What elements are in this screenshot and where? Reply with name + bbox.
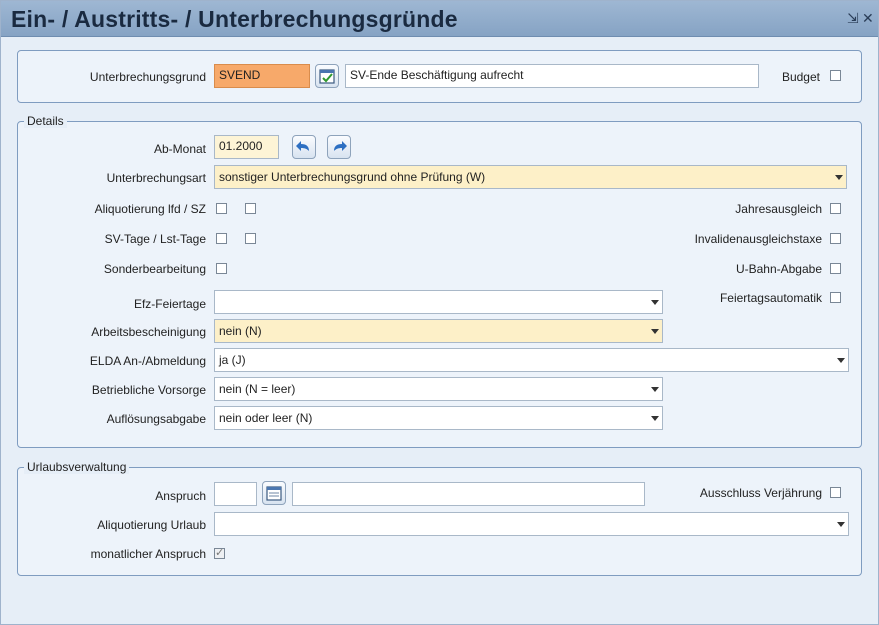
elda-value: ja (J) <box>219 353 246 367</box>
dialog-window: Ein- / Austritts- / Unterbrechungsgründe… <box>0 0 879 625</box>
title-bar: Ein- / Austritts- / Unterbrechungsgründe… <box>1 1 878 37</box>
window-title: Ein- / Austritts- / Unterbrechungsgründe <box>11 6 458 32</box>
ab-monat-label: Ab-Monat <box>153 142 206 156</box>
unterbrechungsart-value: sonstiger Unterbrechungsgrund ohne Prüfu… <box>219 170 486 184</box>
arbeitsbescheinigung-select[interactable]: nein (N) <box>214 319 663 343</box>
anspruch-label: Anspruch <box>155 489 206 503</box>
ubahn-checkbox[interactable] <box>830 263 841 274</box>
chevron-down-icon <box>835 175 843 180</box>
arbeitsbescheinigung-label: Arbeitsbescheinigung <box>91 325 206 339</box>
aliquotierung-lfd-checkbox[interactable] <box>216 203 227 214</box>
monatlicher-anspruch-checkbox[interactable] <box>214 546 225 559</box>
vorsorge-value: nein (N = leer) <box>219 382 296 396</box>
jahresausgleich-label: Jahresausgleich <box>735 202 822 216</box>
vorsorge-select[interactable]: nein (N = leer) <box>214 377 663 401</box>
aliquotierung-urlaub-select[interactable] <box>214 512 849 536</box>
arbeitsbescheinigung-value: nein (N) <box>219 324 262 338</box>
feiertagsautomatik-checkbox[interactable] <box>830 292 841 303</box>
calendar-icon <box>266 486 282 501</box>
details-panel: Details Ab-Monat 01.2000 Unterbrechungsa… <box>17 114 862 448</box>
sonderbearbeitung-label: Sonderbearbeitung <box>103 262 206 276</box>
feiertagsautomatik-label: Feiertagsautomatik <box>719 291 822 305</box>
elda-label: ELDA An-/Abmeldung <box>89 354 206 368</box>
calendar-button[interactable] <box>262 481 286 505</box>
ubahn-label: U-Bahn-Abgabe <box>735 262 822 276</box>
elda-select[interactable]: ja (J) <box>214 348 849 372</box>
chevron-down-icon <box>837 522 845 527</box>
anspruch-text-input[interactable] <box>292 482 645 506</box>
sv-tage-checkbox[interactable] <box>216 233 227 244</box>
vorsorge-label: Betriebliche Vorsorge <box>91 383 206 397</box>
aufloesung-value: nein oder leer (N) <box>219 411 313 425</box>
urlaub-legend: Urlaubsverwaltung <box>24 460 130 474</box>
budget-label: Budget <box>781 70 820 84</box>
urlaub-panel: Urlaubsverwaltung Anspruch Ausschluss Ve… <box>17 460 862 576</box>
sonderbearbeitung-checkbox[interactable] <box>216 263 227 274</box>
previous-month-button[interactable] <box>292 135 316 159</box>
efz-label: Efz-Feiertage <box>133 297 206 311</box>
svtage-label: SV-Tage / Lst-Tage <box>104 232 206 246</box>
ausschluss-label: Ausschluss Verjährung <box>699 486 822 500</box>
lst-tage-checkbox[interactable] <box>245 233 256 244</box>
chevron-down-icon <box>837 358 845 363</box>
chevron-down-icon <box>651 300 659 305</box>
arrow-forward-icon <box>334 141 347 151</box>
reason-panel: Unterbrechungsgrund SVEND SV-Ende Beschä… <box>17 50 862 103</box>
aliquotierung-label: Aliquotierung lfd / SZ <box>94 202 206 216</box>
jahresausgleich-checkbox[interactable] <box>830 203 841 214</box>
next-month-button[interactable] <box>327 135 351 159</box>
details-legend: Details <box>24 114 67 128</box>
monatlicher-label: monatlicher Anspruch <box>90 547 206 561</box>
lookup-button[interactable] <box>315 64 339 88</box>
aliquotierung-urlaub-label: Aliquotierung Urlaub <box>97 518 206 532</box>
unterbrechungsart-select[interactable]: sonstiger Unterbrechungsgrund ohne Prüfu… <box>214 165 847 189</box>
ausschluss-checkbox[interactable] <box>830 487 841 498</box>
chevron-down-icon <box>651 387 659 392</box>
invaliden-checkbox[interactable] <box>830 233 841 244</box>
arrow-back-icon <box>296 141 309 151</box>
chevron-down-icon <box>651 329 659 334</box>
calendar-check-icon <box>319 69 335 84</box>
ab-monat-input[interactable]: 01.2000 <box>214 135 279 159</box>
unterbrechungsgrund-label: Unterbrechungsgrund <box>89 70 206 84</box>
unterbrechungsart-label: Unterbrechungsart <box>106 171 206 185</box>
aufloesung-label: Auflösungsabgabe <box>106 412 206 426</box>
reason-code-input[interactable]: SVEND <box>214 64 310 88</box>
minimize-icon[interactable]: ⇲ <box>847 10 859 27</box>
aliquotierung-sz-checkbox[interactable] <box>245 203 256 214</box>
invaliden-label: Invalidenausgleichstaxe <box>694 232 822 246</box>
chevron-down-icon <box>651 416 659 421</box>
close-icon[interactable]: ✕ <box>862 10 874 27</box>
aufloesung-select[interactable]: nein oder leer (N) <box>214 406 663 430</box>
reason-description-input[interactable]: SV-Ende Beschäftigung aufrecht <box>345 64 759 88</box>
efz-select[interactable] <box>214 290 663 314</box>
budget-checkbox[interactable] <box>830 70 841 81</box>
anspruch-input[interactable] <box>214 482 257 506</box>
